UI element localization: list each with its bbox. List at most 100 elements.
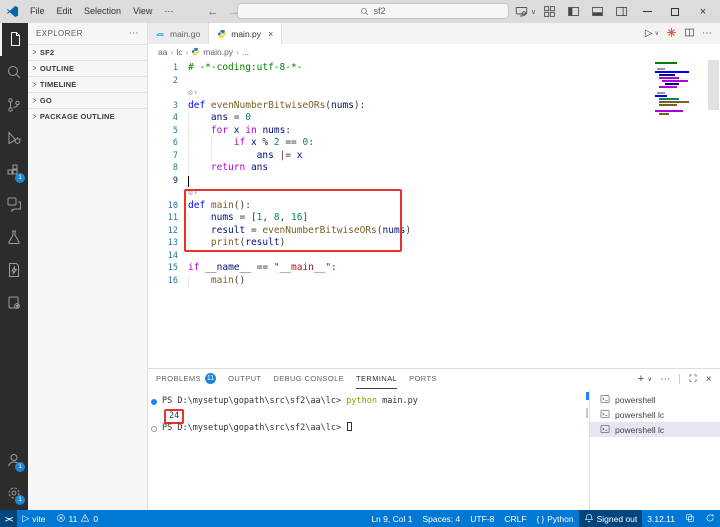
sidebar-section-package-outline[interactable]: > PACKAGE OUTLINE (28, 108, 147, 124)
terminal-text: python (346, 396, 377, 406)
status-label: vite (32, 513, 46, 524)
panel-tab-output[interactable]: OUTPUT (228, 369, 261, 389)
status-indentation[interactable]: Spaces: 4 (417, 510, 465, 527)
activity-snippets-button[interactable] (0, 254, 28, 287)
editor-scrollbar[interactable] (708, 60, 719, 110)
close-panel-icon[interactable]: × (706, 374, 712, 385)
close-window-button[interactable]: × (690, 2, 716, 21)
panel-tab-problems[interactable]: PROBLEMS 11 (156, 369, 217, 389)
status-language-mode[interactable]: { } Python (532, 510, 579, 527)
panel-tab-debug-console[interactable]: DEBUG CONSOLE (273, 369, 344, 389)
terminal-list-sash[interactable] (586, 389, 590, 510)
activity-run-and-debug-button[interactable] (0, 122, 28, 155)
error-icon (56, 513, 66, 525)
activity-search-button[interactable] (0, 56, 28, 89)
tab-main-go[interactable]: -∞ main.go (148, 23, 210, 44)
breadcrumb-item--[interactable]: ... (242, 47, 249, 57)
maximize-panel-icon[interactable] (688, 373, 698, 385)
command-decoration-icon[interactable] (151, 425, 157, 432)
activity-testing-button[interactable] (0, 221, 28, 254)
token: __name__ (205, 262, 251, 273)
terminal-output[interactable]: PS D:\mysetup\gopath\src\sf2\aa\lc> pyth… (148, 389, 589, 510)
activity-chat-button[interactable] (0, 188, 28, 221)
section-label: OUTLINE (39, 64, 75, 73)
status-python-version[interactable]: 3.12.11 (642, 510, 680, 527)
token: def (188, 99, 206, 111)
status-eol[interactable]: CRLF (499, 510, 531, 527)
run-python-file-button[interactable]: ▷ (645, 28, 653, 39)
close-icon[interactable]: × (268, 29, 273, 39)
toggle-secondary-sidebar-icon[interactable] (610, 3, 632, 20)
breadcrumb-label: main.py (203, 47, 234, 57)
indent-guide (188, 274, 189, 287)
terminal-dropdown-icon[interactable]: ∨ (648, 376, 653, 383)
line-number: 9 (172, 175, 178, 186)
menu-overflow-button[interactable]: ⋯ (158, 6, 179, 17)
tab-main-py[interactable]: main.py × (209, 23, 283, 44)
token: main (210, 274, 234, 286)
command-decoration-icon[interactable] (151, 398, 157, 405)
panel-more-actions-icon[interactable]: ⋯ (660, 374, 670, 385)
minimap[interactable] (655, 62, 707, 116)
terminal-list-item[interactable]: powershell lc (590, 422, 720, 437)
breadcrumb[interactable]: aa › lc › main.py ›... (148, 44, 720, 60)
terminal-list-item[interactable]: powershell (590, 392, 720, 407)
menu-file[interactable]: File (24, 3, 51, 20)
toggle-sidebar-icon[interactable] (562, 3, 584, 20)
status-cursor-position[interactable]: Ln 9, Col 1 (366, 510, 417, 527)
search-input[interactable]: sf2 (237, 3, 509, 19)
split-editor-icon[interactable] (684, 27, 695, 40)
status-vite-task[interactable]: ▷ vite (17, 510, 50, 527)
token: evenNumberBitwiseORs (210, 99, 326, 111)
gear-icon[interactable]: ⚙ ∨ (188, 87, 197, 100)
maximize-button[interactable] (662, 2, 688, 21)
breadcrumb-item-main-py[interactable]: main.py (191, 47, 233, 58)
panel-tab-terminal[interactable]: TERMINAL (356, 369, 398, 389)
run-dropdown-icon[interactable]: ∨ (655, 30, 659, 37)
remote-window-icon[interactable] (511, 3, 533, 20)
line-number: 2 (172, 75, 178, 86)
editor-more-actions-icon[interactable]: ⋯ (702, 28, 712, 39)
new-terminal-button[interactable]: + (638, 373, 645, 385)
status-notifications[interactable] (700, 510, 720, 527)
menu-view[interactable]: View (127, 3, 158, 20)
menu-selection[interactable]: Selection (78, 3, 127, 20)
activity-bar: 1 1 1 (0, 23, 28, 510)
nav-back-icon[interactable]: ← (207, 6, 218, 18)
minimize-button[interactable] (634, 2, 660, 21)
status-remote[interactable]: >< (0, 510, 18, 527)
status-encoding[interactable]: UTF-8 (465, 510, 499, 527)
run-debug-icon (6, 130, 22, 148)
explorer-more-actions-icon[interactable]: ⋯ (129, 28, 139, 39)
menu-edit[interactable]: Edit (51, 3, 79, 20)
sidebar-section-outline[interactable]: > OUTLINE (28, 60, 147, 76)
activity-code-tools-button[interactable] (0, 287, 28, 320)
activity-source-control-button[interactable] (0, 89, 28, 122)
code-runner-icon[interactable] (666, 27, 677, 40)
code-editor[interactable]: 1 # -*-coding:utf-8-*- 2 ⚙ ∨ 3 def evenNumberB… (148, 60, 720, 368)
sidebar-section-timeline[interactable]: > TIMELINE (28, 76, 147, 92)
breadcrumb-item-lc[interactable]: lc (176, 47, 182, 57)
customize-layout-icon[interactable] (538, 3, 560, 20)
sidebar-section-sf2[interactable]: > SF2 (28, 44, 147, 60)
breadcrumb-item-aa[interactable]: aa (158, 47, 167, 57)
activity-extensions-button[interactable]: 1 (0, 155, 28, 188)
terminal-list-item[interactable]: powershell lc (590, 407, 720, 422)
warning-icon (80, 513, 90, 525)
status-problems[interactable]: 11 0 (51, 510, 104, 527)
status-account-status[interactable]: Signed out (578, 510, 643, 527)
activity-settings-button[interactable]: 1 (0, 477, 28, 510)
panel-tab-ports[interactable]: PORTS (409, 369, 437, 389)
activity-explorer-button[interactable] (0, 23, 28, 56)
toggle-panel-icon[interactable] (586, 3, 608, 20)
chevron-right-icon: > (32, 95, 37, 106)
token: return (210, 162, 246, 173)
chevron-down-icon: ∨ (530, 8, 536, 16)
activity-accounts-button[interactable]: 1 (0, 444, 28, 477)
status-label: Spaces: 4 (422, 513, 461, 524)
sidebar-section-go[interactable]: > GO (28, 92, 147, 108)
status-python-env[interactable] (680, 510, 700, 527)
status-label: Signed out (596, 513, 638, 524)
